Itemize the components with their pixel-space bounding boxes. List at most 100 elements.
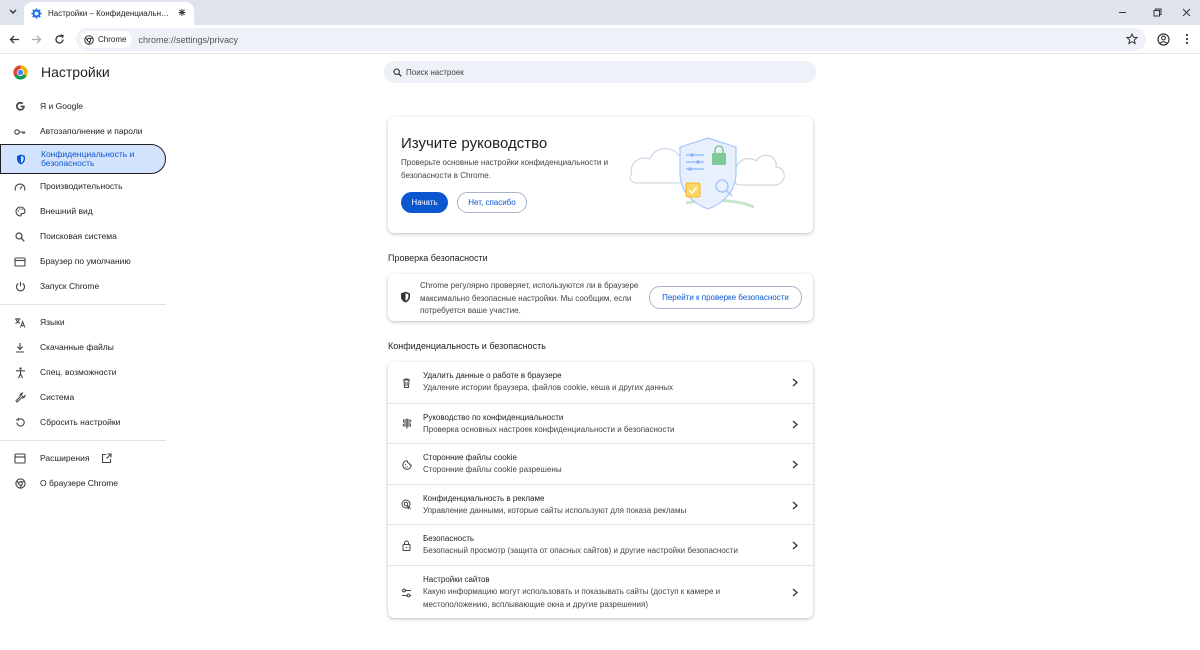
chrome-icon <box>83 34 94 45</box>
row-third-party-cookies[interactable]: Сторонние файлы cookie Сторонние файлы c… <box>388 443 813 484</box>
window-close-button[interactable] <box>1177 4 1195 20</box>
sliders-icon <box>401 587 412 598</box>
settings-search[interactable] <box>384 61 816 83</box>
sidebar-item-default-browser[interactable]: Браузер по умолчанию <box>0 249 166 274</box>
search-icon <box>14 231 26 243</box>
sidebar-divider <box>0 304 166 305</box>
site-info-chip[interactable]: Chrome <box>80 31 133 48</box>
row-clear-browsing-data[interactable]: Удалить данные о работе в браузере Удале… <box>388 362 813 403</box>
profile-button[interactable] <box>1154 30 1172 48</box>
chrome-logo-icon <box>13 64 28 80</box>
chevron-right-icon <box>791 587 799 597</box>
privacy-settings-card: Удалить данные о работе в браузере Удале… <box>388 362 813 618</box>
trash-icon <box>401 377 412 388</box>
go-to-safety-check-button[interactable]: Перейти к проверке безопасности <box>649 286 802 309</box>
restore-button[interactable] <box>1148 4 1166 20</box>
chevron-right-icon <box>791 419 799 429</box>
restore-icon <box>1153 8 1161 16</box>
browser-window-icon <box>14 256 26 268</box>
browser-tab-settings[interactable]: Настройки – Конфиденциальн… ✕ <box>24 2 194 25</box>
row-security[interactable]: Безопасность Безопасный просмотр (защита… <box>388 524 813 565</box>
cookie-icon <box>401 459 412 470</box>
shield-icon <box>15 153 27 165</box>
minimize-icon <box>1118 11 1126 13</box>
account-circle-icon <box>1156 32 1170 46</box>
download-icon <box>14 342 26 354</box>
google-icon <box>14 101 26 113</box>
browser-toolbar: Chrome chrome://settings/privacy <box>0 25 1200 54</box>
reset-icon <box>14 417 26 429</box>
reload-button[interactable] <box>50 30 68 48</box>
chip-label: Chrome <box>98 35 127 44</box>
translate-icon <box>14 317 26 329</box>
sidebar-item-system[interactable]: Система <box>0 385 166 410</box>
key-icon <box>14 126 26 138</box>
tab-title: Настройки – Конфиденциальн… <box>48 9 169 18</box>
wrench-icon <box>14 392 26 404</box>
sidebar-item-downloads[interactable]: Скачанные файлы <box>0 335 166 360</box>
power-icon <box>14 281 26 293</box>
bookmark-star-icon[interactable] <box>1124 31 1140 47</box>
search-icon <box>392 67 402 77</box>
menu-button[interactable] <box>1178 30 1196 48</box>
ad-privacy-icon <box>401 499 412 510</box>
privacy-guide-promo-card: Изучите руководство Проверьте основные н… <box>388 117 813 233</box>
safety-check-card: Chrome регулярно проверяет, используются… <box>388 274 813 321</box>
row-site-settings[interactable]: Настройки сайтов Какую информацию могут … <box>388 565 813 618</box>
privacy-section-heading: Конфиденциальность и безопасность <box>388 341 546 351</box>
search-input[interactable] <box>406 67 786 77</box>
sidebar-item-extensions[interactable]: Расширения <box>0 446 166 471</box>
settings-header: Настройки <box>13 64 110 80</box>
chevron-right-icon <box>791 377 799 387</box>
new-tab-button[interactable]: + <box>174 4 190 20</box>
sidebar-item-you-and-google[interactable]: Я и Google <box>0 94 166 119</box>
forward-button[interactable] <box>27 30 45 48</box>
arrow-right-icon <box>31 35 41 43</box>
sidebar-item-accessibility[interactable]: Спец. возможности <box>0 360 166 385</box>
sidebar-item-performance[interactable]: Производительность <box>0 174 166 199</box>
close-icon <box>1182 8 1190 16</box>
chevron-down-icon <box>9 9 17 14</box>
more-vert-icon <box>1185 33 1189 45</box>
signpost-icon <box>401 418 412 429</box>
back-button[interactable] <box>5 30 23 48</box>
dismiss-guide-button[interactable]: Нет, спасибо <box>457 192 527 213</box>
tab-strip: Настройки – Конфиденциальн… ✕ + <box>0 0 1200 25</box>
sidebar-item-autofill[interactable]: Автозаполнение и пароли <box>0 119 166 144</box>
open-in-new-icon <box>101 453 112 464</box>
puzzle-icon <box>14 453 26 465</box>
sidebar-divider <box>0 440 166 441</box>
palette-icon <box>14 206 26 218</box>
chrome-icon <box>14 478 26 490</box>
start-guide-button[interactable]: Начать <box>401 192 448 213</box>
shield-check-icon <box>399 291 411 303</box>
chevron-right-icon <box>791 540 799 550</box>
url-text: chrome://settings/privacy <box>138 34 238 45</box>
chevron-right-icon <box>791 459 799 469</box>
lock-icon <box>401 540 412 551</box>
sidebar-item-on-startup[interactable]: Запуск Chrome <box>0 274 166 299</box>
safety-check-heading: Проверка безопасности <box>388 253 488 263</box>
sidebar-item-appearance[interactable]: Внешний вид <box>0 199 166 224</box>
row-privacy-guide[interactable]: Руководство по конфиденциальности Провер… <box>388 403 813 443</box>
promo-title: Изучите руководство <box>401 135 548 152</box>
sidebar-item-languages[interactable]: Языки <box>0 310 166 335</box>
chevron-right-icon <box>791 500 799 510</box>
address-bar[interactable]: Chrome chrome://settings/privacy <box>76 28 1146 51</box>
speedometer-icon <box>14 181 26 193</box>
sidebar-item-search-engine[interactable]: Поисковая система <box>0 224 166 249</box>
safety-check-text: Chrome регулярно проверяет, используются… <box>420 281 639 315</box>
reload-icon <box>54 33 64 44</box>
privacy-guide-illustration <box>629 137 785 210</box>
arrow-left-icon <box>9 35 19 43</box>
accessibility-icon <box>14 366 26 379</box>
sidebar-item-reset[interactable]: Сбросить настройки <box>0 410 166 435</box>
page-title: Настройки <box>41 64 110 80</box>
minimize-button[interactable] <box>1113 4 1131 20</box>
gear-icon <box>30 8 42 20</box>
promo-description: Проверьте основные настройки конфиденциа… <box>401 158 609 180</box>
sidebar-item-privacy[interactable]: Конфиденциальность и безопасность <box>0 144 166 174</box>
sidebar-item-about-chrome[interactable]: О браузере Chrome <box>0 471 166 496</box>
tab-search-button[interactable] <box>4 3 22 21</box>
row-ad-privacy[interactable]: Конфиденциальность в рекламе Управление … <box>388 484 813 524</box>
